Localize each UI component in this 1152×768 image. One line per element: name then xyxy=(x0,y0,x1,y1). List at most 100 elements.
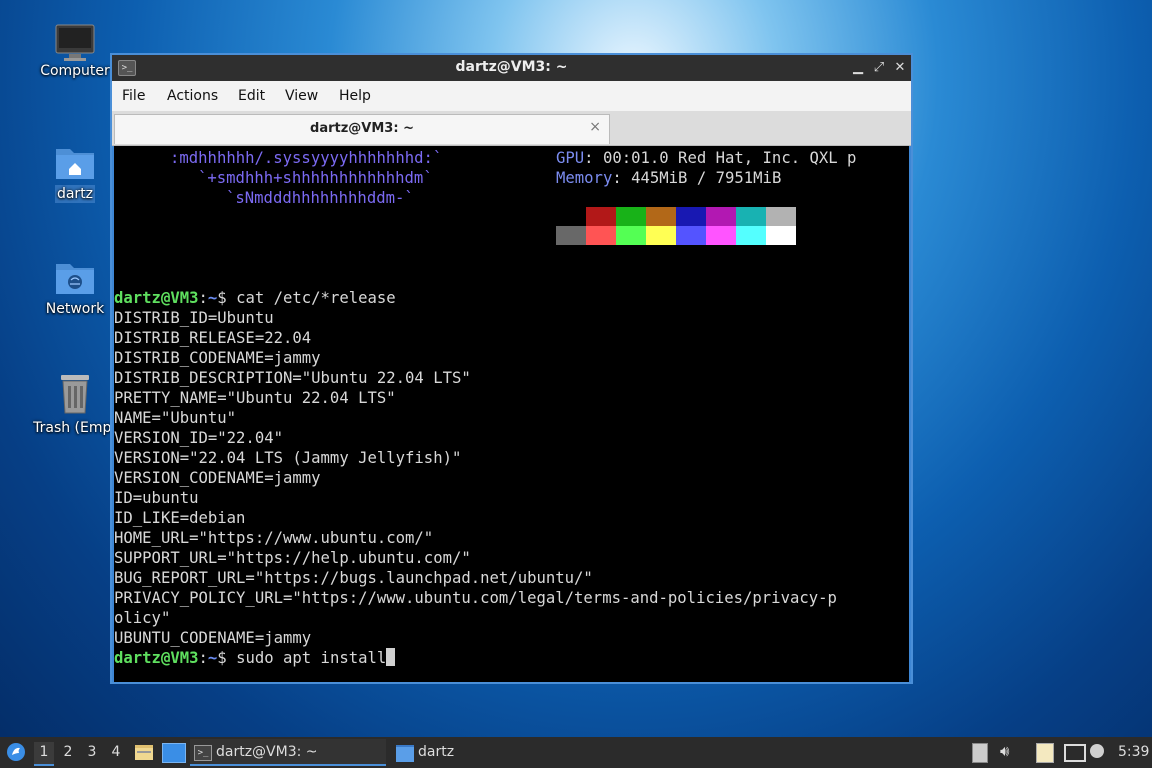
maximize-button[interactable]: ⤢ xyxy=(869,58,889,78)
network-icon[interactable] xyxy=(1064,744,1086,762)
neofetch-art-line: :mdhhhhhh/.syssyyyyhhhhhhhd:` xyxy=(170,149,443,167)
prompt-dollar: $ xyxy=(217,649,237,667)
info-key: GPU xyxy=(556,149,585,167)
task-label: dartz xyxy=(418,744,455,760)
tab-terminal[interactable]: dartz@VM3: ~ × xyxy=(114,114,610,144)
output-line: BUG_REPORT_URL="https://bugs.launchpad.n… xyxy=(114,569,593,587)
close-button[interactable]: ✕ xyxy=(890,58,910,78)
info-value: : 445MiB / 7951MiB xyxy=(612,169,782,187)
text-cursor xyxy=(386,648,396,666)
minimize-button[interactable]: ▁ xyxy=(848,58,868,78)
desktop-icon-label: Computer xyxy=(40,63,110,79)
tab-bar: dartz@VM3: ~ × xyxy=(112,111,911,146)
neofetch-art-line: `sNmdddhhhhhhhhddm-` xyxy=(226,189,414,207)
home-folder-icon xyxy=(55,143,95,181)
output-line: ID=ubuntu xyxy=(114,489,199,507)
desktop-icon-home-folder[interactable]: dartz xyxy=(27,143,123,203)
output-line: DISTRIB_CODENAME=jammy xyxy=(114,349,321,367)
trash-icon xyxy=(55,373,95,415)
volume-icon[interactable]: 🔊︎ xyxy=(1000,742,1009,760)
prompt-user: dartz@VM3 xyxy=(114,649,199,667)
output-line: SUPPORT_URL="https://help.ubuntu.com/" xyxy=(114,549,471,567)
notes-icon[interactable] xyxy=(972,743,988,763)
command-text: cat /etc/*release xyxy=(236,289,396,307)
terminal-window: >_ dartz@VM3: ~ ▁ ⤢ ✕ File Actions Edit … xyxy=(110,53,913,684)
prompt-line: dartz@VM3:~$ cat /etc/*release xyxy=(114,288,396,308)
output-line: HOME_URL="https://www.ubuntu.com/" xyxy=(114,529,434,547)
command-input[interactable]: sudo apt install xyxy=(236,649,386,667)
workspace-2[interactable]: 2 xyxy=(58,744,78,760)
task-terminal[interactable]: >_ dartz@VM3: ~ xyxy=(190,739,386,766)
palette-swatch xyxy=(646,207,676,226)
clipboard-icon[interactable] xyxy=(1036,743,1054,763)
desktop-icon-network[interactable]: Network xyxy=(27,258,123,318)
menu-view[interactable]: View xyxy=(285,88,318,104)
output-line: olicy" xyxy=(114,609,171,627)
prompt-path: ~ xyxy=(207,649,218,667)
output-line: DISTRIB_ID=Ubuntu xyxy=(114,309,274,327)
output-line: VERSION_CODENAME=jammy xyxy=(114,469,321,487)
palette-swatch xyxy=(616,226,646,245)
computer-icon xyxy=(55,24,95,61)
show-desktop-icon[interactable] xyxy=(162,743,186,763)
palette-swatch xyxy=(736,207,766,226)
taskbar: 1 2 3 4 >_ dartz@VM3: ~ dartz 🔊︎ 5:39 xyxy=(0,737,1152,768)
prompt-line: dartz@VM3:~$ sudo apt install xyxy=(114,648,396,668)
prompt-colon: : xyxy=(198,289,208,307)
palette-swatch xyxy=(676,226,706,245)
neofetch-art-line: `+smdhhh+shhhhhhhhhhhhdm` xyxy=(198,169,433,187)
output-line: ID_LIKE=debian xyxy=(114,509,246,527)
tab-close-icon[interactable]: × xyxy=(589,119,601,135)
terminal-output[interactable]: :mdhhhhhh/.syssyyyyhhhhhhhd:` `+smdhhh+s… xyxy=(114,146,909,682)
task-label: dartz@VM3: ~ xyxy=(216,744,318,760)
workspace-3[interactable]: 3 xyxy=(82,744,102,760)
prompt-path: ~ xyxy=(207,289,218,307)
palette-swatch xyxy=(586,207,616,226)
output-line: DISTRIB_RELEASE=22.04 xyxy=(114,329,312,347)
menu-help[interactable]: Help xyxy=(339,88,371,104)
window-titlebar[interactable]: >_ dartz@VM3: ~ ▁ ⤢ ✕ xyxy=(112,55,911,81)
output-line: PRIVACY_POLICY_URL="https://www.ubuntu.c… xyxy=(114,589,837,607)
palette-swatch xyxy=(556,207,586,226)
palette-swatch xyxy=(616,207,646,226)
output-line: VERSION="22.04 LTS (Jammy Jellyfish)" xyxy=(114,449,462,467)
menu-edit[interactable]: Edit xyxy=(238,88,265,104)
app-menu-icon[interactable] xyxy=(6,742,26,762)
workspace-1[interactable]: 1 xyxy=(34,742,54,766)
menubar: File Actions Edit View Help xyxy=(112,81,911,111)
palette-swatch xyxy=(706,207,736,226)
menu-actions[interactable]: Actions xyxy=(167,88,218,104)
palette-swatch xyxy=(676,207,706,226)
output-line: PRETTY_NAME="Ubuntu 22.04 LTS" xyxy=(114,389,396,407)
prompt-dollar: $ xyxy=(217,289,237,307)
info-key: Memory xyxy=(556,169,613,187)
output-line: DISTRIB_DESCRIPTION="Ubuntu 22.04 LTS" xyxy=(114,369,471,387)
info-gpu: GPU: 00:01.0 Red Hat, Inc. QXL p xyxy=(556,148,856,168)
task-folder[interactable]: dartz xyxy=(392,739,588,766)
network-folder-icon xyxy=(55,258,95,296)
menu-file[interactable]: File xyxy=(122,88,145,104)
folder-icon xyxy=(396,745,414,762)
desktop-icon-label: Network xyxy=(45,301,105,317)
info-memory: Memory: 445MiB / 7951MiB xyxy=(556,168,781,188)
window-title: dartz@VM3: ~ xyxy=(455,59,568,75)
tab-title: dartz@VM3: ~ xyxy=(310,121,414,136)
prompt-user: dartz@VM3 xyxy=(114,289,199,307)
palette-swatch xyxy=(586,226,616,245)
desktop-icon-trash[interactable]: Trash (Empt xyxy=(27,373,123,437)
desktop-icon-computer[interactable]: Computer xyxy=(27,24,123,80)
prompt-colon: : xyxy=(198,649,208,667)
clock[interactable]: 5:39 xyxy=(1118,744,1149,760)
palette-swatch xyxy=(556,226,586,245)
output-line: VERSION_ID="22.04" xyxy=(114,429,283,447)
workspace-4[interactable]: 4 xyxy=(106,744,126,760)
terminal-icon: >_ xyxy=(194,745,212,761)
output-line: NAME="Ubuntu" xyxy=(114,409,237,427)
output-line: UBUNTU_CODENAME=jammy xyxy=(114,629,312,647)
file-manager-launcher-icon[interactable] xyxy=(134,742,154,762)
notification-icon[interactable] xyxy=(1090,744,1104,758)
desktop-icon-label: dartz xyxy=(54,185,96,203)
palette-swatch xyxy=(766,226,796,245)
info-value: : 00:01.0 Red Hat, Inc. QXL p xyxy=(584,149,857,167)
palette-swatch xyxy=(736,226,766,245)
